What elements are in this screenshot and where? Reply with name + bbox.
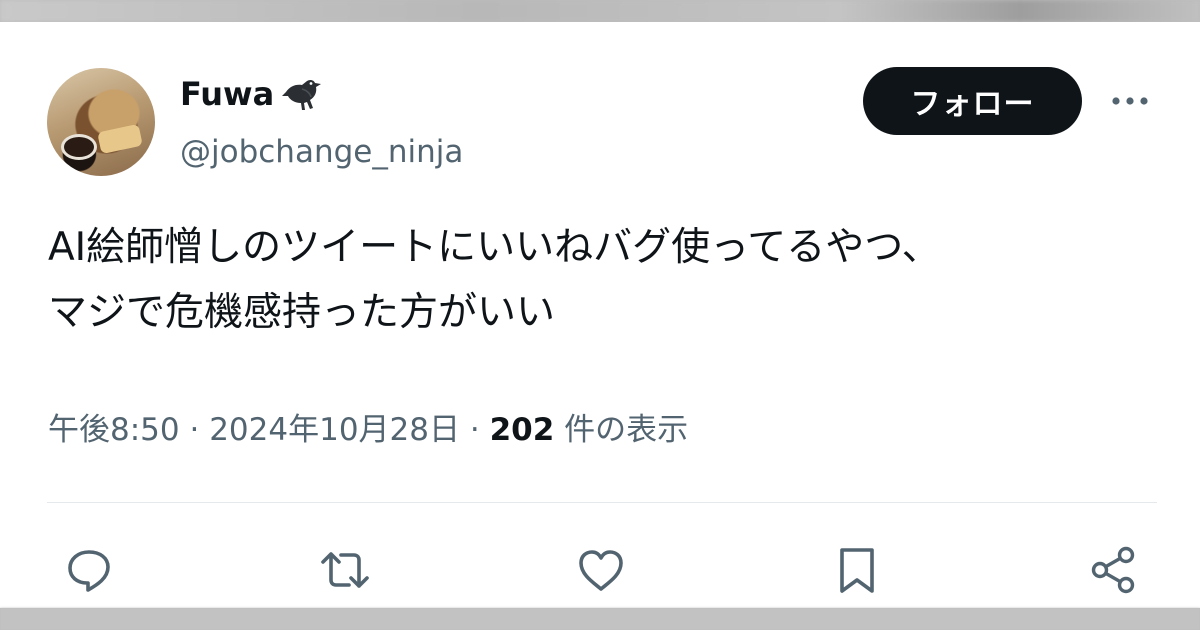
background-strip-bottom — [0, 608, 1200, 630]
share-button[interactable] — [1085, 542, 1141, 598]
divider — [47, 502, 1157, 503]
bookmark-icon — [840, 548, 874, 593]
tweet-text-line: AI絵師憎しのツイートにいいねバグ使ってるやつ、 — [48, 225, 941, 270]
share-icon — [1091, 546, 1135, 594]
follow-button[interactable]: フォロー — [863, 67, 1082, 135]
reply-icon — [68, 550, 110, 592]
like-button[interactable] — [573, 542, 629, 598]
retweet-button[interactable] — [317, 542, 373, 598]
tweet-date[interactable]: 2024年10月28日 — [209, 412, 460, 448]
views-label: 件の表示 — [564, 412, 689, 448]
author-name-row: Fuwa — [180, 72, 328, 116]
avatar[interactable] — [47, 68, 155, 176]
meta-separator: · — [189, 412, 200, 448]
crow-icon — [282, 79, 322, 110]
heart-icon — [579, 550, 623, 591]
meta-separator: · — [469, 412, 480, 448]
views-count[interactable]: 202 — [490, 412, 555, 448]
background-strip-top — [0, 0, 1200, 22]
more-horizontal-icon[interactable] — [1106, 84, 1154, 118]
bookmark-button[interactable] — [829, 542, 885, 598]
reply-button[interactable] — [61, 542, 117, 598]
tweet-meta: 午後8:50 · 2024年10月28日 · 202 件の表示 — [48, 408, 688, 452]
author-handle[interactable]: @jobchange_ninja — [180, 130, 463, 174]
tweet-text-line: マジで危機感持った方がいい — [48, 290, 556, 335]
tweet-time[interactable]: 午後8:50 — [48, 412, 180, 448]
tweet-text: AI絵師憎しのツイートにいいねバグ使ってるやつ、 マジで危機感持った方がいい — [48, 215, 1158, 345]
tweet-card: Fuwa @jobchange_ninja フォロー AI絵師憎しのツイートにい… — [0, 22, 1200, 608]
avatar-plate-shape — [97, 123, 143, 155]
author-display-name[interactable]: Fuwa — [180, 72, 274, 116]
avatar-cup-shape — [61, 134, 97, 160]
retweet-icon — [321, 552, 369, 588]
